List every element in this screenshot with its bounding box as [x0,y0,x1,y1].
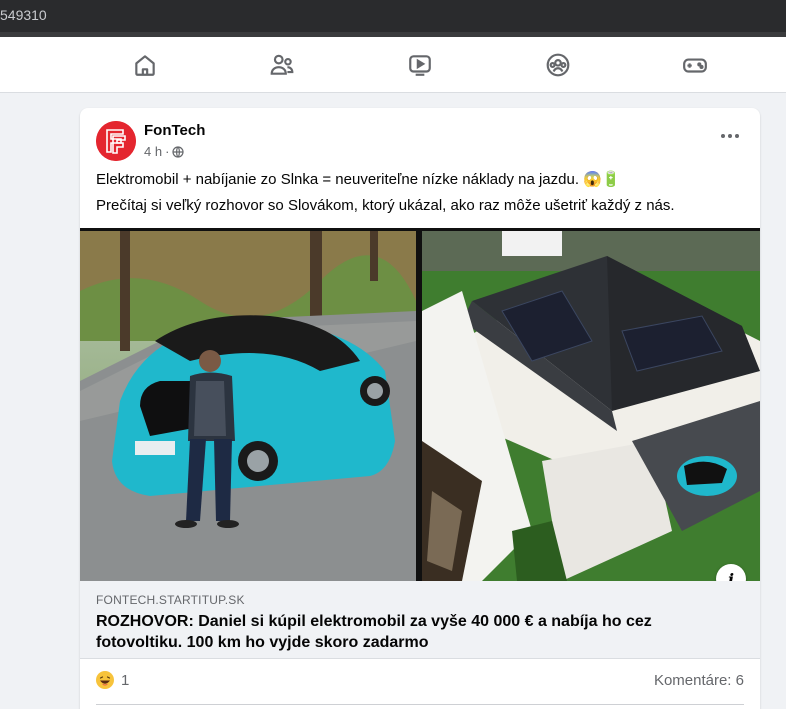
nav-gaming[interactable] [675,45,715,85]
friends-icon [270,54,294,75]
post-text-line-1: Elektromobil + nabíjanie zo Slnka = neuv… [96,171,621,188]
page-name[interactable]: FonTech [144,122,205,139]
nav-friends[interactable] [262,45,302,85]
more-options-button[interactable] [716,126,744,146]
fontech-logo-icon [96,121,136,161]
gaming-icon [683,58,707,73]
browser-url-bar[interactable]: 549310 [0,0,786,32]
post-time[interactable]: 4 h [144,144,162,159]
groups-icon [546,53,570,77]
post-meta: 4 h · [144,144,185,159]
photo-car-owner [80,231,416,581]
globe-icon [172,145,185,158]
link-domain: FONTECH.STARTITUP.SK [96,593,245,607]
reaction-count: 1 [121,671,130,689]
actions-divider [96,704,744,705]
link-title[interactable]: ROZHOVOR: Daniel si kúpil elektromobil z… [96,611,736,653]
comments-count[interactable]: Komentáre: 6 [654,672,744,689]
photo-house-solar [422,231,760,581]
more-dot-icon [721,134,725,138]
nav-groups[interactable] [538,45,578,85]
home-icon [135,55,155,76]
more-dot-icon [735,134,739,138]
post-card: FonTech 4 h · Elektromobil + nabíjanie z… [80,108,760,709]
reactions-summary[interactable]: 1 [96,671,129,689]
watch-icon [409,55,431,76]
url-text[interactable]: 549310 [0,7,47,23]
meta-separator: · [165,144,170,159]
haha-reaction-icon [96,671,114,689]
nav-home[interactable] [125,45,165,85]
top-navigation [0,37,786,93]
more-dot-icon [728,134,732,138]
link-preview[interactable]: FONTECH.STARTITUP.SK ROZHOVOR: Daniel si… [80,581,760,659]
page-avatar[interactable] [96,121,136,161]
post-text-line-2: Prečítaj si veľký rozhovor so Slovákom, … [96,197,675,214]
nav-watch[interactable] [400,45,440,85]
post-image[interactable]: i [80,228,760,594]
